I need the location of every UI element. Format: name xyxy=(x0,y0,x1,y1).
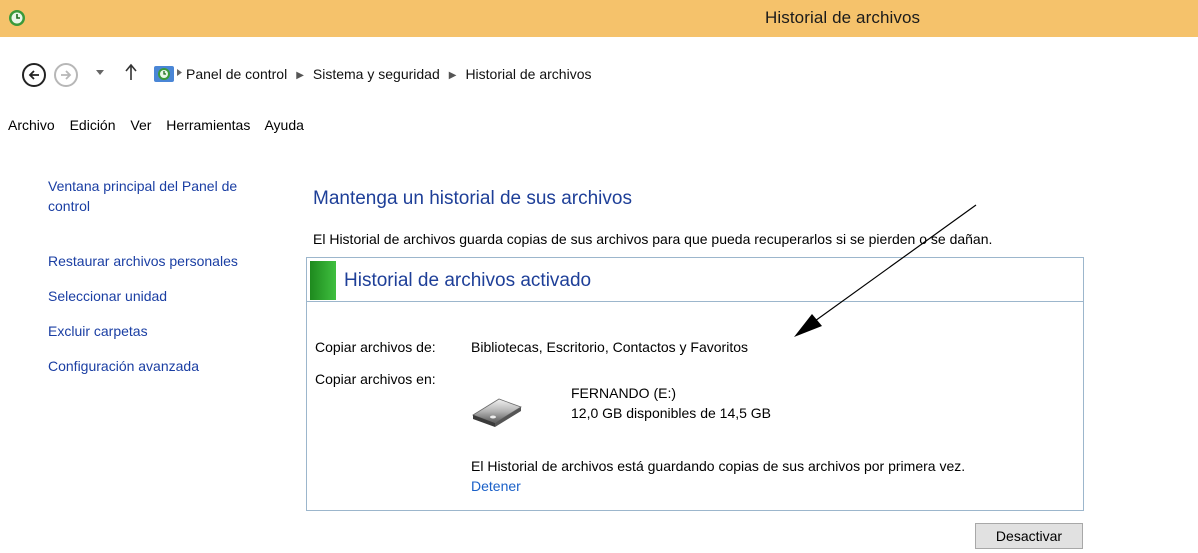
sidebar-link-advanced-settings[interactable]: Configuración avanzada xyxy=(48,356,199,376)
deactivate-button[interactable]: Desactivar xyxy=(975,523,1083,549)
back-button[interactable] xyxy=(22,63,46,87)
chevron-down-icon[interactable] xyxy=(95,69,105,77)
copy-from-value: Bibliotecas, Escritorio, Contactos y Fav… xyxy=(471,339,748,355)
window-title: Historial de archivos xyxy=(765,8,921,27)
control-panel-icon xyxy=(154,66,174,82)
stop-link[interactable]: Detener xyxy=(471,478,521,494)
breadcrumb: Panel de control ▶ Sistema y seguridad ▶ His… xyxy=(186,66,592,82)
up-arrow-icon[interactable] xyxy=(124,63,138,81)
address-bar: Panel de control ▶ Sistema y seguridad ▶ His… xyxy=(0,55,1198,91)
sidebar-link-panel-home[interactable]: Ventana principal del Panel de control xyxy=(48,176,268,216)
breadcrumb-item-panel-de-control[interactable]: Panel de control xyxy=(186,66,287,82)
forward-button[interactable] xyxy=(54,63,78,87)
copy-from-label: Copiar archivos de: xyxy=(315,339,436,355)
file-history-icon xyxy=(9,10,25,26)
sidebar-link-restore-files[interactable]: Restaurar archivos personales xyxy=(48,251,238,271)
breadcrumb-item-historial-de-archivos[interactable]: Historial de archivos xyxy=(465,66,591,82)
back-arrow-icon xyxy=(28,70,39,80)
menu-ver[interactable]: Ver xyxy=(130,117,151,133)
breadcrumb-separator-icon[interactable]: ▶ xyxy=(449,70,457,81)
status-panel: Historial de archivos activado Copiar ar… xyxy=(306,257,1084,511)
usb-drive-icon xyxy=(472,398,522,427)
menu-ayuda[interactable]: Ayuda xyxy=(264,117,303,133)
copy-to-label: Copiar archivos en: xyxy=(315,371,436,387)
title-bar: Historial de archivos xyxy=(0,0,1198,37)
menu-archivo[interactable]: Archivo xyxy=(8,117,55,133)
status-header: Historial de archivos activado xyxy=(307,258,1083,302)
status-indicator xyxy=(310,261,336,300)
menu-herramientas[interactable]: Herramientas xyxy=(166,117,250,133)
breadcrumb-separator-icon[interactable]: ▶ xyxy=(296,70,304,81)
drive-space: 12,0 GB disponibles de 14,5 GB xyxy=(571,405,772,421)
page-description: El Historial de archivos guarda copias d… xyxy=(313,231,993,247)
breadcrumb-item-sistema-y-seguridad[interactable]: Sistema y seguridad xyxy=(313,66,440,82)
progress-message: El Historial de archivos está guardando … xyxy=(471,458,966,474)
sidebar-link-select-drive[interactable]: Seleccionar unidad xyxy=(48,286,167,306)
breadcrumb-chevron-icon[interactable] xyxy=(176,68,183,77)
page-title: Mantenga un historial de sus archivos xyxy=(313,188,632,209)
drive-name: FERNANDO (E:) xyxy=(571,385,676,401)
menu-edicion[interactable]: Edición xyxy=(70,117,116,133)
status-title: Historial de archivos activado xyxy=(344,270,592,291)
forward-arrow-icon xyxy=(61,70,72,80)
menu-bar: Archivo Edición Ver Herramientas Ayuda xyxy=(8,117,315,133)
sidebar-link-exclude-folders[interactable]: Excluir carpetas xyxy=(48,321,148,341)
